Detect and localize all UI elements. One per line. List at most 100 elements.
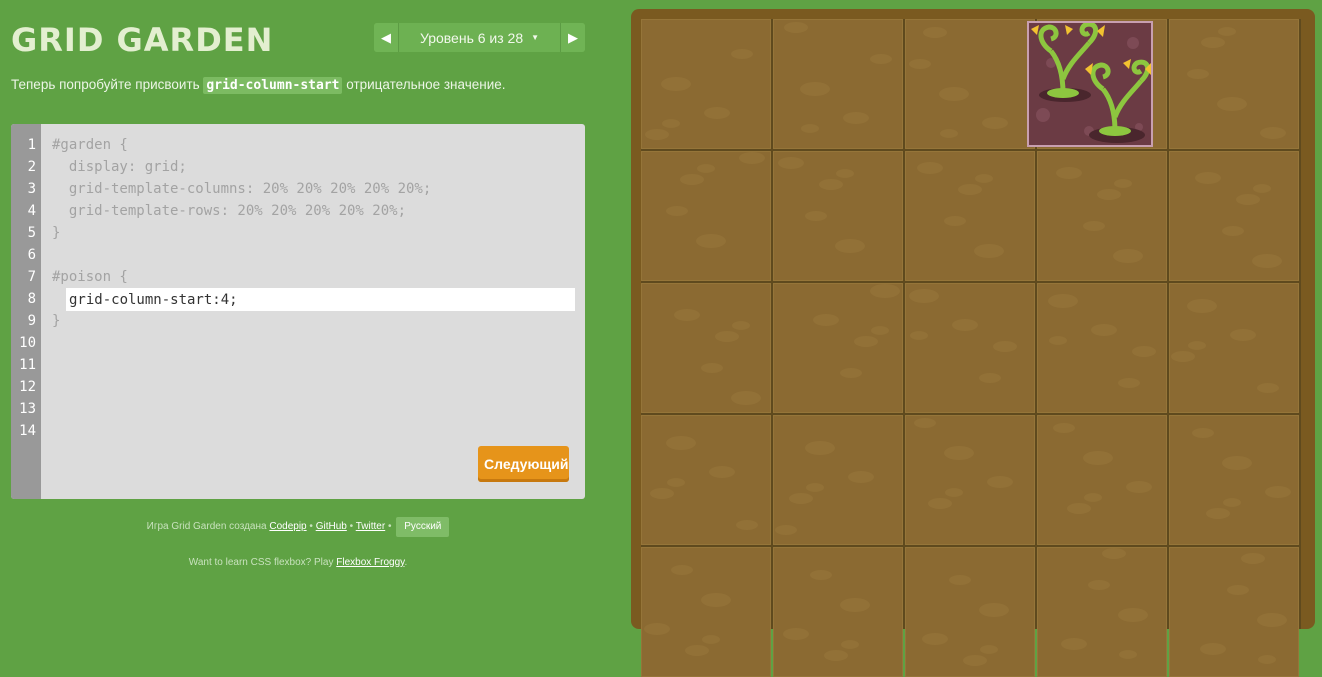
soil-pebble <box>939 87 969 101</box>
line-number: 2 <box>27 159 36 175</box>
soil-pebble <box>674 309 700 321</box>
soil-pebble <box>800 82 830 96</box>
css-input[interactable] <box>66 288 575 311</box>
prev-level-button[interactable]: ◀ <box>374 23 399 52</box>
twitter-link[interactable]: Twitter <box>356 521 385 532</box>
garden-cell <box>905 415 1035 545</box>
separator: • <box>309 521 313 532</box>
soil-pebble <box>1048 294 1078 308</box>
github-link[interactable]: GitHub <box>316 521 347 532</box>
css-editor: 1 2 3 4 5 6 7 8 9 10 11 12 13 14 #garden… <box>11 124 585 499</box>
codepip-link[interactable]: Codepip <box>269 521 306 532</box>
soil-pebble <box>824 650 848 661</box>
level-navigation: ◀ Уровень 6 из 28 ▼ ▶ <box>374 23 585 52</box>
line-number: 12 <box>19 379 36 395</box>
soil-pebble <box>702 635 720 644</box>
code-line: grid-template-columns: 20% 20% 20% 20% 2… <box>52 181 432 197</box>
garden-cell <box>641 415 771 545</box>
poison-weed-icon <box>1031 23 1151 143</box>
soil-pebble <box>736 520 758 530</box>
soil-pebble <box>1187 299 1217 313</box>
footer-flexbox: Want to learn CSS flexbox? Play Flexbox … <box>11 557 585 568</box>
soil-pebble <box>923 27 947 38</box>
soil-pebble <box>1091 324 1117 336</box>
next-button[interactable]: Следующий <box>478 446 569 482</box>
flexbox-promo-text: Want to learn CSS flexbox? Play <box>188 557 334 568</box>
soil-pebble <box>993 341 1017 352</box>
garden-cell <box>773 415 903 545</box>
line-number: 8 <box>27 291 36 307</box>
soil-pebble <box>1126 481 1152 493</box>
soil-pebble <box>840 368 862 378</box>
soil-pebble <box>778 157 804 169</box>
soil-pebble <box>1223 498 1241 507</box>
flexbox-froggy-link[interactable]: Flexbox Froggy <box>336 557 404 568</box>
garden-cell <box>905 547 1035 677</box>
soil-pebble <box>987 476 1013 488</box>
soil-pebble <box>1230 329 1256 341</box>
soil-pebble <box>805 441 835 455</box>
soil-pebble <box>1049 336 1067 345</box>
line-number: 6 <box>27 247 36 263</box>
soil-pebble <box>701 363 723 373</box>
soil-pebble <box>783 628 809 640</box>
soil-pebble <box>696 234 726 248</box>
line-number: 1 <box>27 137 36 153</box>
soil-pebble <box>980 645 998 654</box>
soil-pebble <box>671 565 693 575</box>
soil-pebble <box>840 598 870 612</box>
soil-pebble <box>1206 508 1230 519</box>
soil-pebble <box>979 373 1001 383</box>
soil-pebble <box>662 119 680 128</box>
code-line: #garden { <box>52 137 128 153</box>
soil-pebble <box>650 488 674 499</box>
soil-pebble <box>1171 351 1195 362</box>
soil-pebble <box>836 169 854 178</box>
soil-pebble <box>801 124 819 133</box>
next-level-button[interactable]: ▶ <box>560 23 585 52</box>
garden-cell <box>773 547 903 677</box>
soil-pebble <box>914 418 936 428</box>
soil-pebble <box>1265 486 1291 498</box>
soil-pebble <box>1119 650 1137 659</box>
soil-pebble <box>739 152 765 164</box>
triangle-right-icon: ▶ <box>568 29 578 45</box>
instructions-code: grid-column-start <box>203 77 343 94</box>
soil-pebble <box>1192 428 1214 438</box>
language-button[interactable]: Русский <box>396 517 450 537</box>
soil-pebble <box>1083 451 1113 465</box>
soil-pebble <box>1252 254 1282 268</box>
soil-pebble <box>1083 221 1105 231</box>
soil-pebble <box>958 184 982 195</box>
credit-text: Игра Grid Garden создана <box>146 521 267 532</box>
soil-pebble <box>775 525 797 535</box>
line-gutter: 1 2 3 4 5 6 7 8 9 10 11 12 13 14 <box>11 124 41 499</box>
soil-pebble <box>685 645 709 656</box>
css-input-wrapper <box>66 288 575 311</box>
soil-pebble <box>1056 167 1082 179</box>
soil-pebble <box>922 633 948 645</box>
line-number: 7 <box>27 269 36 285</box>
level-dropdown[interactable]: Уровень 6 из 28 ▼ <box>399 23 560 52</box>
soil-pebble <box>917 162 943 174</box>
soil-pebble <box>1102 548 1126 559</box>
soil-pebble <box>835 239 865 253</box>
line-number: 14 <box>19 423 36 439</box>
soil-pebble <box>843 112 869 124</box>
soil-pebble <box>1084 493 1102 502</box>
garden-cell <box>905 151 1035 281</box>
soil-pebble <box>963 655 987 666</box>
garden-cell <box>1037 151 1167 281</box>
garden-grid <box>641 19 1301 677</box>
instructions: Теперь попробуйте присвоить grid-column-… <box>11 73 586 98</box>
garden-cell <box>773 283 903 413</box>
soil-pebble <box>732 321 750 330</box>
line-number: 11 <box>19 357 36 373</box>
footer-credits: Игра Grid Garden создана Codepip • GitHu… <box>11 516 585 538</box>
soil-pebble <box>982 117 1008 129</box>
soil-pebble <box>805 211 827 221</box>
soil-pebble <box>848 471 874 483</box>
soil-pebble <box>1260 127 1286 139</box>
soil-pebble <box>1241 553 1265 564</box>
garden-cell <box>905 19 1035 149</box>
